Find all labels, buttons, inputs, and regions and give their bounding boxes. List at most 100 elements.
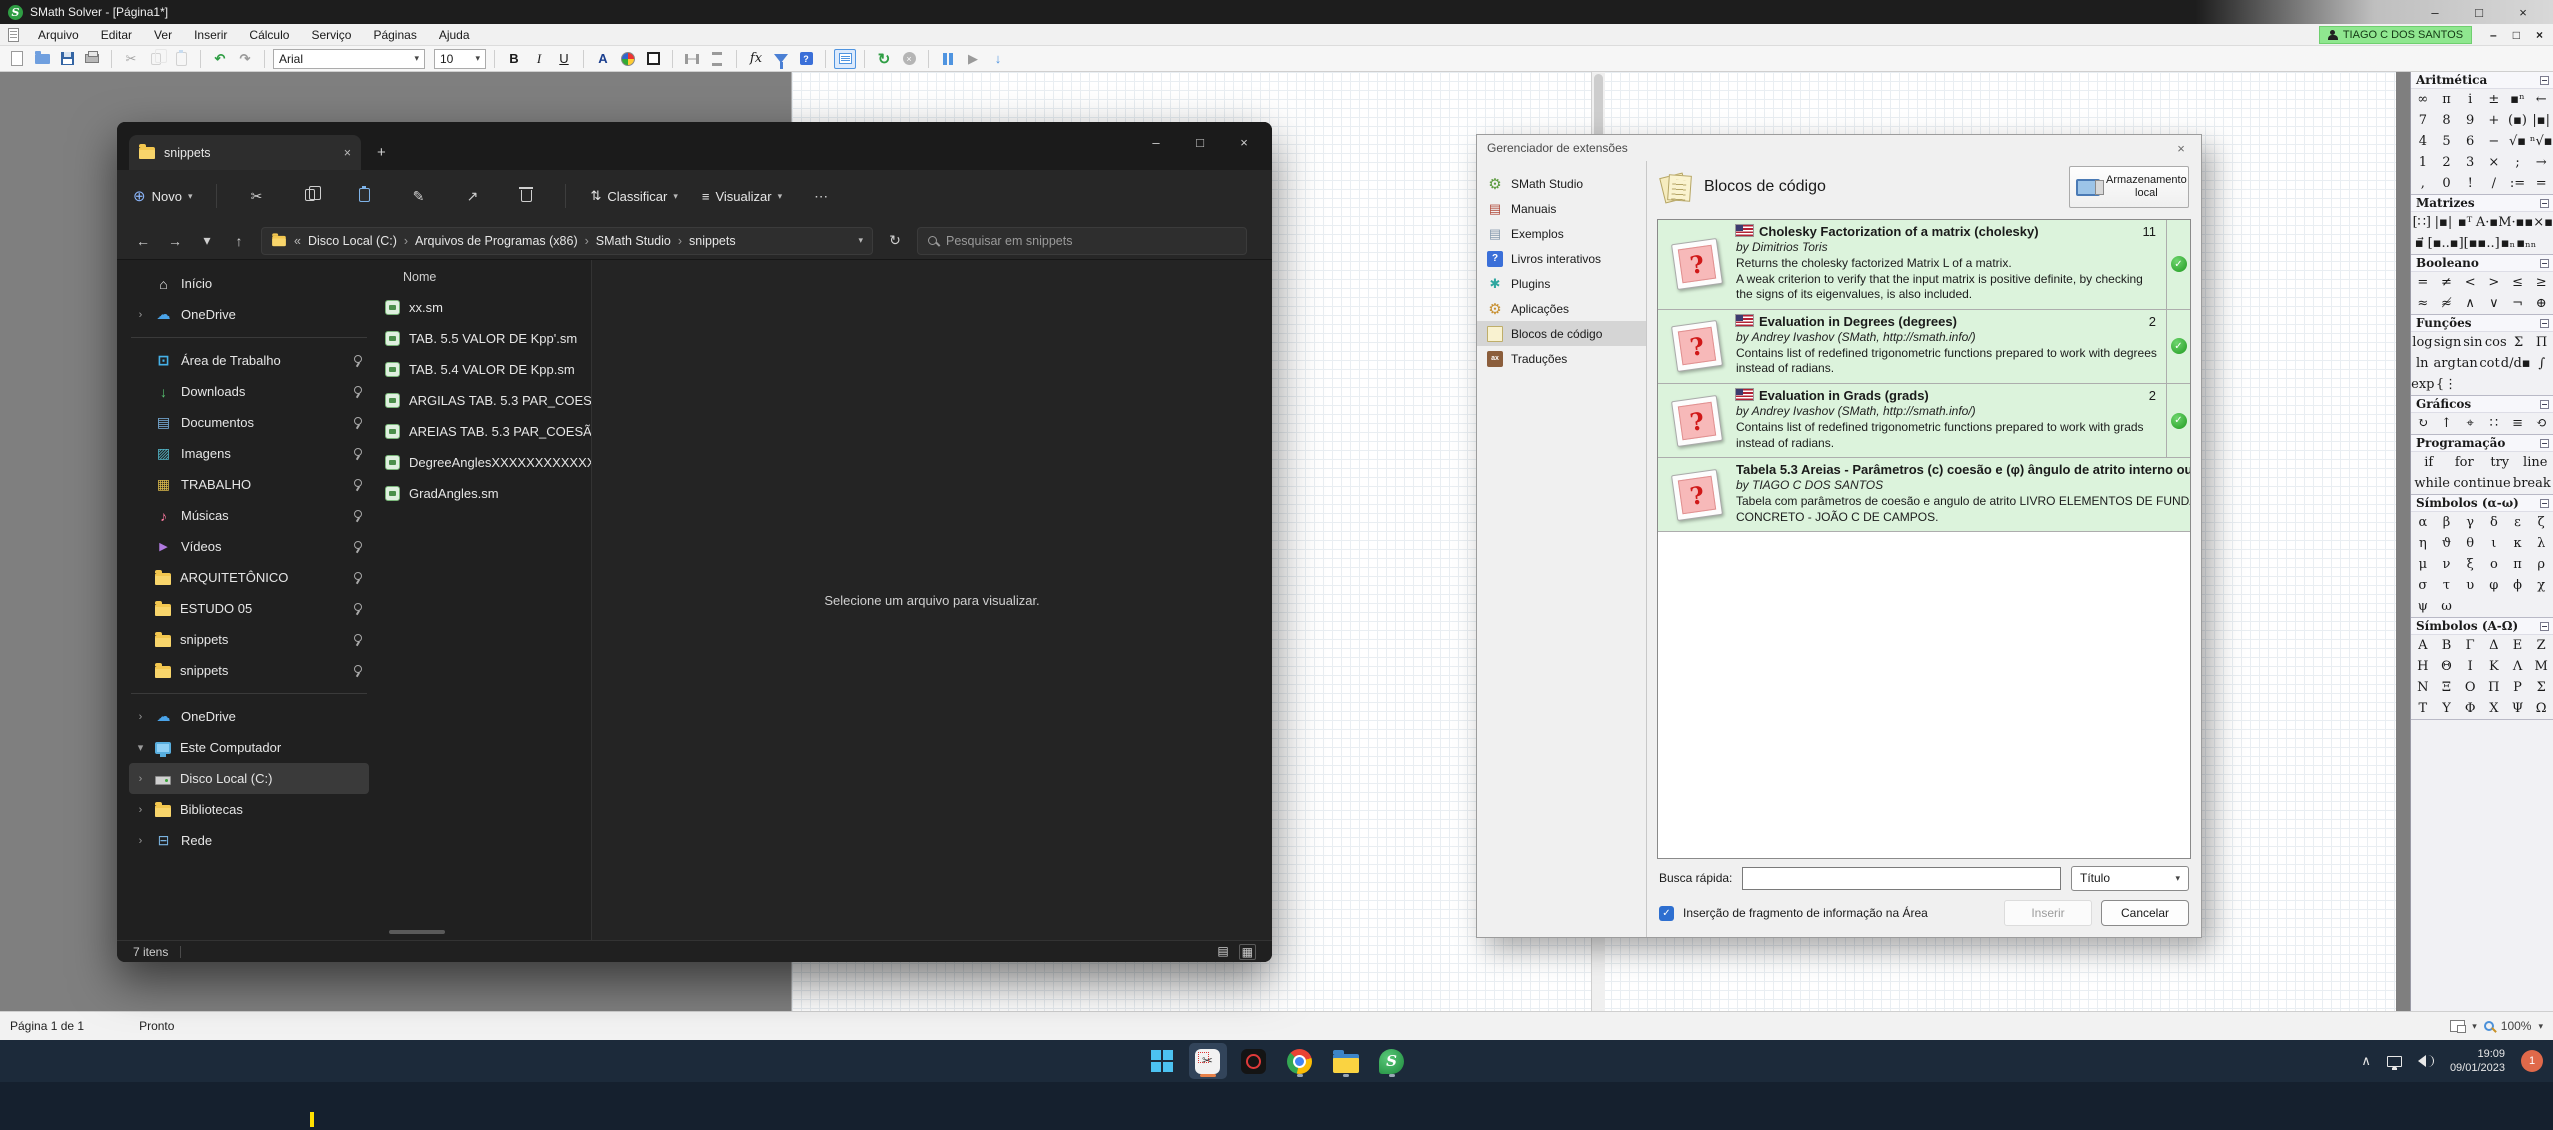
palette-button[interactable]: Ο xyxy=(2458,677,2482,698)
palette-button[interactable]: ∧ xyxy=(2458,293,2482,314)
palette-button[interactable]: < xyxy=(2458,272,2482,293)
up-button[interactable]: ↑ xyxy=(229,233,249,249)
category-item[interactable]: Aplicações xyxy=(1477,296,1646,321)
italic-button[interactable]: I xyxy=(528,49,550,69)
more-options-button[interactable]: ⋯ xyxy=(806,188,836,205)
palette-button[interactable]: |▪| xyxy=(2433,212,2455,233)
font-family-select[interactable]: Arial▾ xyxy=(273,49,425,69)
sidebar-item[interactable]: ▾ Este Computador xyxy=(129,732,369,763)
forward-button[interactable]: → xyxy=(165,233,185,249)
breadcrumb-segment[interactable]: Disco Local (C:) xyxy=(308,234,397,248)
palette-button[interactable]: log xyxy=(2411,332,2434,353)
palette-button[interactable]: = xyxy=(2411,272,2435,293)
font-size-select[interactable]: 10▾ xyxy=(434,49,486,69)
palette-button[interactable]: arg xyxy=(2433,353,2455,374)
palette-button[interactable]: ▪ₙ xyxy=(2500,233,2517,254)
vertical-spacing-button[interactable] xyxy=(706,49,728,69)
collapse-icon[interactable] xyxy=(2540,400,2549,409)
chevron-icon[interactable]: › xyxy=(135,804,146,816)
doc-restore-button[interactable]: □ xyxy=(2513,28,2520,42)
chevron-down-icon[interactable]: ▾ xyxy=(2472,1021,2477,1032)
palette-button[interactable]: ! xyxy=(2458,173,2482,194)
collapse-icon[interactable] xyxy=(2540,499,2549,508)
history-button[interactable]: ▾ xyxy=(197,232,217,249)
copy-button[interactable] xyxy=(295,188,325,204)
palette-button[interactable]: Σ xyxy=(2507,332,2530,353)
palette-button[interactable] xyxy=(2506,596,2530,617)
chevron-icon[interactable]: ▾ xyxy=(135,741,146,754)
palette-button[interactable]: ± xyxy=(2482,89,2506,110)
palette-button[interactable]: ψ xyxy=(2411,596,2435,617)
palette-button[interactable]: Π xyxy=(2482,677,2506,698)
palette-button[interactable]: 7 xyxy=(2411,110,2435,131)
palette-button[interactable] xyxy=(2482,374,2506,395)
insert-info-checkbox[interactable]: ✓ xyxy=(1659,906,1674,921)
palette-button[interactable]: [∷] xyxy=(2411,212,2433,233)
palette-button[interactable] xyxy=(617,49,639,69)
palette-button[interactable]: 1 xyxy=(2411,152,2435,173)
stop-button[interactable]: × xyxy=(898,49,920,69)
user-account-badge[interactable]: TIAGO C DOS SANTOS xyxy=(2319,26,2472,44)
palette-button[interactable] xyxy=(2529,374,2553,395)
palette-button[interactable]: Ρ xyxy=(2506,677,2530,698)
extension-manager-button[interactable] xyxy=(834,49,856,69)
palette-button[interactable]: ← xyxy=(2529,89,2553,110)
palette-button[interactable]: Ξ xyxy=(2435,677,2459,698)
palette-button[interactable]: 4 xyxy=(2411,131,2435,152)
chevron-icon[interactable]: › xyxy=(135,711,146,723)
cancel-button[interactable]: Cancelar xyxy=(2101,900,2189,926)
palette-button[interactable]: ↻ xyxy=(2411,413,2435,434)
maximize-button[interactable]: □ xyxy=(2457,5,2501,20)
share-button[interactable]: ↗ xyxy=(457,188,487,205)
palette-button[interactable]: Λ xyxy=(2506,656,2530,677)
new-tab-button[interactable]: + xyxy=(377,144,386,161)
palette-button[interactable] xyxy=(2529,596,2553,617)
palette-button[interactable]: Σ xyxy=(2529,677,2553,698)
file-row[interactable]: ARGILAS TAB. 5.3 PAR_COESÃO E xyxy=(375,385,591,416)
sidebar-item[interactable]: Documentos xyxy=(129,407,369,438)
palette-button[interactable]: 6 xyxy=(2458,131,2482,152)
palette-button[interactable]: π xyxy=(2435,89,2459,110)
palette-button[interactable]: ; xyxy=(2506,152,2530,173)
clock[interactable]: 19:09 09/01/2023 xyxy=(2450,1047,2505,1076)
palette-button[interactable] xyxy=(2536,233,2553,254)
category-item[interactable]: Livros interativos xyxy=(1477,246,1646,271)
taskbar-file-explorer[interactable] xyxy=(1327,1043,1365,1079)
palette-button[interactable]: ↑ xyxy=(2435,413,2459,434)
palette-button[interactable]: ο xyxy=(2482,554,2506,575)
palette-button[interactable]: ¬ xyxy=(2506,293,2530,314)
dialog-close-button[interactable]: × xyxy=(2171,141,2191,156)
palette-button[interactable]: Χ xyxy=(2482,698,2506,719)
palette-button[interactable]: − xyxy=(2482,131,2506,152)
palette-button[interactable]: ι xyxy=(2482,533,2506,554)
palette-button[interactable]: η xyxy=(2411,533,2435,554)
chevron-down-icon[interactable]: ▾ xyxy=(2538,1021,2543,1032)
breadcrumb-segment[interactable]: SMath Studio xyxy=(596,234,671,248)
palette-button[interactable]: Ε xyxy=(2506,635,2530,656)
copy-button[interactable] xyxy=(145,49,167,69)
extension-item[interactable]: Evaluation in Grads (grads) 2 by Andrey … xyxy=(1658,384,2190,458)
palette-button[interactable]: if xyxy=(2411,452,2447,473)
sort-by-select[interactable]: Título ▾ xyxy=(2071,866,2189,891)
palette-button[interactable]: σ xyxy=(2411,575,2435,596)
palette-button[interactable]: φ xyxy=(2482,575,2506,596)
palette-button[interactable]: λ xyxy=(2529,533,2553,554)
step-button[interactable]: ↓ xyxy=(987,49,1009,69)
palette-button[interactable]: ▪ⁿ xyxy=(2506,89,2530,110)
sidebar-item[interactable]: Área de Trabalho xyxy=(129,345,369,376)
palette-button[interactable]: × xyxy=(2482,152,2506,173)
palette-button[interactable]: A·▪ xyxy=(2476,212,2498,233)
minimize-button[interactable]: – xyxy=(2413,5,2457,20)
menu-item[interactable]: Serviço xyxy=(300,24,362,45)
palette-button[interactable]: Κ xyxy=(2482,656,2506,677)
palette-button[interactable]: π xyxy=(2506,554,2530,575)
palette-button[interactable]: ⌖ xyxy=(2458,413,2482,434)
palette-button[interactable]: Ω xyxy=(2529,698,2553,719)
details-view-icon[interactable]: ▤ xyxy=(1217,944,1228,960)
palette-button[interactable]: → xyxy=(2529,152,2553,173)
cut-button[interactable]: ✂ xyxy=(120,49,142,69)
sidebar-item[interactable]: snippets xyxy=(129,655,369,686)
palette-button[interactable]: ▪⃗ xyxy=(2411,233,2428,254)
palette-button[interactable]: i xyxy=(2458,89,2482,110)
menu-item[interactable]: Ver xyxy=(143,24,183,45)
